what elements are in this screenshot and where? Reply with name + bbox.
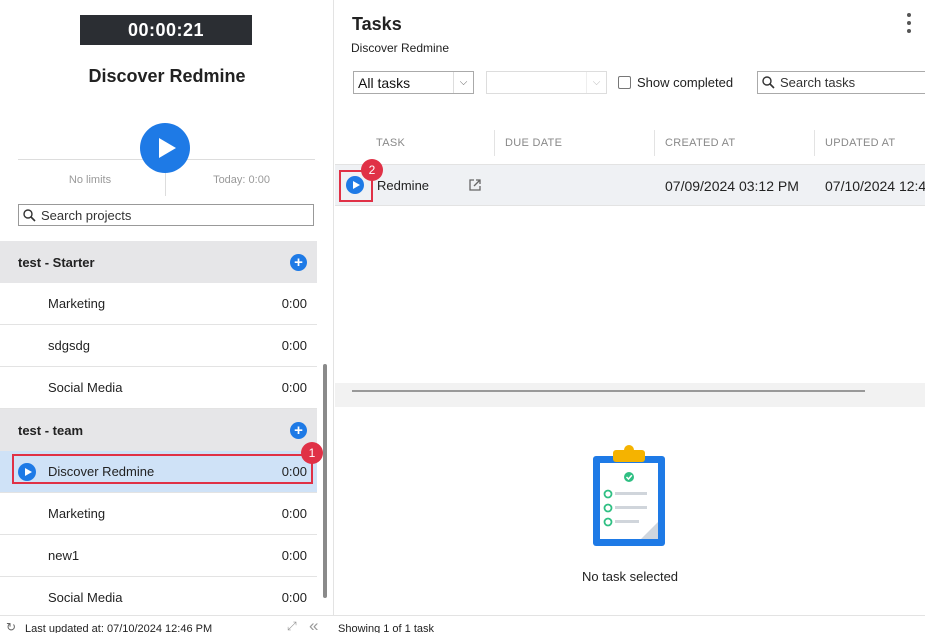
refresh-icon[interactable]: ↻ [6, 621, 16, 633]
column-header-due-date[interactable]: DUE DATE [505, 128, 562, 158]
double-chevron-left-icon[interactable]: « [309, 616, 318, 633]
clipboard-icon [593, 445, 665, 546]
column-header-updated-at[interactable]: UPDATED AT [825, 128, 895, 158]
collapse-icon[interactable]: ⤢ [287, 619, 297, 633]
task-search-field[interactable] [757, 71, 925, 94]
group-name: test - Starter [18, 254, 95, 270]
task-search-input[interactable] [780, 75, 920, 90]
limit-stat: No limits [68, 174, 112, 186]
project-label: Discover Redmine [48, 464, 155, 479]
empty-state-label: No task selected [581, 569, 679, 584]
column-header-created-at[interactable]: CREATED AT [665, 128, 735, 158]
group-header-test-starter: test - Starter + [0, 241, 317, 283]
project-item-discover-redmine[interactable]: Discover Redmine 0:00 [0, 451, 317, 493]
task-filter-value: All tasks [358, 74, 411, 91]
project-time: 0:00 [281, 338, 307, 353]
chevron-down-icon: ⌵ [586, 72, 606, 93]
project-list: test - Starter + Marketing 0:00 sdgsdg 0… [0, 241, 317, 619]
showing-count-text: Showing 1 of 1 task [338, 623, 435, 633]
play-icon [159, 138, 176, 158]
add-project-button[interactable]: + [290, 421, 307, 439]
status-bar: ↻ Last updated at: 07/10/2024 12:46 PM ⤢… [0, 615, 925, 633]
step-badge-1: 1 [301, 442, 323, 464]
left-panel: 00:00:21 Discover Redmine No limits Toda… [0, 0, 334, 619]
project-time: 0:00 [281, 590, 307, 605]
group-name: test - team [18, 422, 84, 438]
task-created-at: 07/09/2024 03:12 PM [665, 178, 799, 194]
column-header-task[interactable]: TASK [376, 128, 405, 158]
project-label: Social Media [48, 380, 123, 395]
project-time: 0:00 [281, 464, 307, 479]
show-completed-checkbox[interactable] [618, 76, 631, 89]
task-updated-at: 07/10/2024 12:46 PM [825, 178, 925, 194]
current-task-title: Discover Redmine [88, 66, 246, 86]
project-item-marketing[interactable]: Marketing 0:00 [0, 493, 317, 535]
group-header-test-team: test - team + [0, 409, 317, 451]
app: 00:00:21 Discover Redmine No limits Toda… [0, 0, 925, 633]
search-icon [762, 76, 775, 89]
project-list-scrollbar[interactable] [323, 364, 327, 598]
kebab-menu-icon[interactable] [905, 13, 913, 33]
project-search-field[interactable] [18, 204, 314, 226]
page-title: Tasks [352, 14, 402, 34]
panel-splitter[interactable] [335, 383, 925, 407]
project-time: 0:00 [281, 506, 307, 521]
project-label: new1 [48, 548, 80, 563]
right-panel: Tasks Discover Redmine All tasks ⌵ ⌵ Sho… [335, 0, 925, 615]
chevron-down-icon: ⌵ [453, 72, 473, 93]
show-completed-label: Show completed [637, 75, 734, 90]
project-label: Marketing [48, 506, 106, 521]
last-updated-text: Last updated at: 07/10/2024 12:46 PM [25, 623, 213, 633]
secondary-filter-select[interactable]: ⌵ [486, 71, 607, 94]
column-separator [494, 130, 495, 156]
today-stat: Today: 0:00 [213, 174, 270, 186]
splitter-handle[interactable] [352, 390, 865, 392]
step-badge-2: 2 [361, 159, 383, 181]
start-timer-button[interactable] [140, 123, 190, 173]
project-item-new1[interactable]: new1 0:00 [0, 535, 317, 577]
column-separator [654, 130, 655, 156]
table-row[interactable]: Redmine 07/09/2024 03:12 PM 07/10/2024 1… [335, 164, 925, 206]
add-project-button[interactable]: + [290, 253, 307, 271]
project-time: 0:00 [281, 548, 307, 563]
project-time: 0:00 [281, 296, 307, 311]
task-filter-select[interactable]: All tasks ⌵ [353, 71, 474, 94]
page-subtitle: Discover Redmine [351, 41, 450, 55]
project-search-input[interactable] [41, 207, 291, 223]
project-label: Marketing [48, 296, 106, 311]
search-icon [23, 208, 36, 222]
project-item-social-media[interactable]: Social Media 0:00 [0, 577, 317, 619]
project-item-sdgsdg[interactable]: sdgsdg 0:00 [0, 325, 317, 367]
project-item-social-media[interactable]: Social Media 0:00 [0, 367, 317, 409]
project-label: sdgsdg [48, 338, 90, 353]
play-icon[interactable] [346, 176, 364, 194]
show-completed-toggle[interactable]: Show completed [618, 75, 733, 90]
project-label: Social Media [48, 590, 123, 605]
external-link-icon[interactable] [468, 178, 482, 192]
timer-display: 00:00:21 [80, 15, 252, 45]
project-time: 0:00 [281, 380, 307, 395]
task-name: Redmine [377, 178, 430, 193]
column-separator [814, 130, 815, 156]
play-icon[interactable] [18, 463, 36, 481]
project-item-marketing[interactable]: Marketing 0:00 [0, 283, 317, 325]
